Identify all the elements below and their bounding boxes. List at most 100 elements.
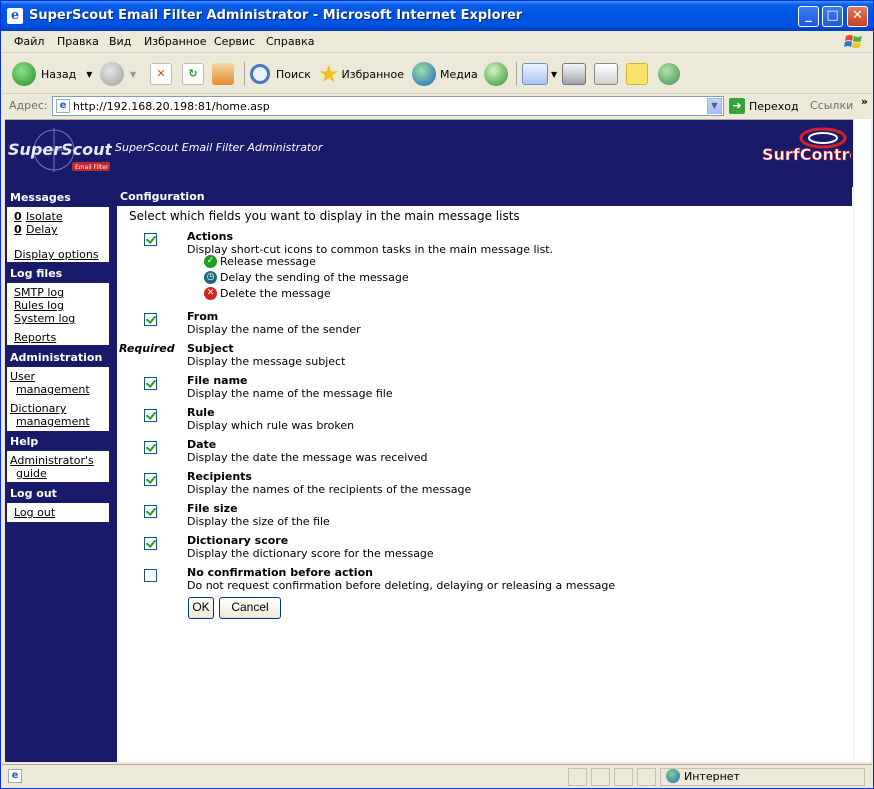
print-button[interactable]	[562, 60, 586, 88]
sidebar-item-rules-log[interactable]: Rules log	[14, 299, 64, 312]
field-desc-no-confirmation: Do not request confirmation before delet…	[187, 579, 616, 592]
mail-button[interactable]: ▼	[522, 60, 557, 88]
checkbox-file-name[interactable]	[144, 377, 157, 390]
checkbox-actions[interactable]	[144, 233, 157, 246]
sidebar-item-user-management[interactable]: User	[10, 370, 35, 383]
star-icon: ★	[318, 60, 340, 88]
checkbox-file-size[interactable]	[144, 505, 157, 518]
field-label-date: Date	[187, 438, 217, 451]
surfcontrol-logo: SurfControl	[762, 127, 851, 164]
field-label-file-name: File name	[187, 374, 248, 387]
sidebar: Messages 0 Isolate 0 Delay Display optio…	[5, 187, 117, 762]
checkbox-rule[interactable]	[144, 409, 157, 422]
sidebar-item-smtp-log[interactable]: SMTP log	[14, 286, 64, 299]
address-dropdown-icon[interactable]: ▼	[707, 98, 722, 114]
home-icon	[212, 63, 234, 85]
status-cell	[637, 768, 656, 786]
mail-dropdown-icon[interactable]: ▼	[551, 70, 557, 79]
back-dropdown-icon[interactable]: ▼	[86, 70, 92, 79]
status-cell	[568, 768, 587, 786]
field-desc-date: Display the date the message was receive…	[187, 451, 428, 464]
menu-favorites[interactable]: Избранное	[144, 35, 206, 48]
ok-button[interactable]: OK	[188, 597, 214, 619]
sidebar-item-admin-guide-2[interactable]: guide	[16, 467, 47, 480]
forward-button[interactable]: ▼	[100, 60, 136, 88]
checkbox-date[interactable]	[144, 441, 157, 454]
media-button[interactable]: Медиа	[412, 60, 478, 88]
address-bar: Адрес: e http://192.168.20.198:81/home.a…	[2, 95, 872, 117]
sidebar-item-logout[interactable]: Log out	[14, 506, 55, 519]
menu-view[interactable]: Вид	[109, 35, 131, 48]
checkbox-dictionary-score[interactable]	[144, 537, 157, 550]
delay-count[interactable]: 0	[14, 223, 22, 236]
sidebar-item-user-management-2[interactable]: management	[16, 383, 90, 396]
sidebar-section-logout: Log out	[7, 503, 109, 522]
status-bar: e Интернет	[2, 764, 872, 788]
status-zone: Интернет	[684, 770, 740, 783]
history-button[interactable]	[484, 60, 508, 88]
sidebar-item-dictionary-management[interactable]: Dictionary	[10, 402, 66, 415]
sidebar-item-system-log[interactable]: System log	[14, 312, 75, 325]
sidebar-section-messages: 0 Isolate 0 Delay Display options	[7, 207, 109, 262]
windows-logo-icon	[844, 35, 862, 48]
search-button[interactable]: Поиск	[250, 60, 311, 88]
svg-text:Email Filter: Email Filter	[75, 164, 109, 171]
page-title: Configuration	[120, 190, 205, 203]
intro-text: Select which fields you want to display …	[129, 209, 520, 223]
vertical-scrollbar[interactable]	[853, 119, 871, 762]
sidebar-item-display-options[interactable]: Display options	[14, 248, 99, 261]
close-button[interactable]: ✕	[847, 6, 868, 27]
isolate-count[interactable]: 0	[14, 210, 22, 223]
address-input[interactable]: e http://192.168.20.198:81/home.asp ▼	[52, 96, 724, 116]
home-button[interactable]	[212, 60, 234, 88]
page-viewport: SuperScout Email Filter SuperScout Email…	[5, 119, 853, 762]
note-icon	[626, 63, 648, 85]
field-desc-subject: Display the message subject	[187, 355, 346, 368]
checkbox-from[interactable]	[144, 313, 157, 326]
action-delete: ✕ Delete the message	[204, 287, 331, 300]
sidebar-item-dictionary-management-2[interactable]: management	[16, 415, 90, 428]
delete-x-icon: ✕	[204, 287, 217, 300]
stop-button[interactable]: ✕	[150, 60, 172, 88]
chevron-right-icon[interactable]: »	[861, 95, 868, 108]
messenger-button[interactable]	[658, 60, 680, 88]
sidebar-item-isolate[interactable]: Isolate	[26, 210, 63, 223]
back-arrow-icon	[12, 62, 36, 86]
field-desc-from: Display the name of the sender	[187, 323, 361, 336]
field-label-dictionary-score: Dictionary score	[187, 534, 289, 547]
favorites-button[interactable]: ★ Избранное	[318, 60, 404, 88]
sidebar-section-administration: User management Dictionary management	[7, 367, 109, 431]
page-icon: e	[56, 99, 70, 113]
messenger-icon	[658, 63, 680, 85]
minimize-button[interactable]: _	[798, 6, 819, 27]
menu-help[interactable]: Справка	[266, 35, 314, 48]
action-release: ✓ Release message	[204, 255, 316, 268]
menu-tools[interactable]: Сервис	[214, 35, 255, 48]
sidebar-item-admin-guide[interactable]: Administrator's	[10, 454, 94, 467]
checkbox-no-confirmation[interactable]	[144, 569, 157, 582]
links-label[interactable]: Ссылки	[810, 99, 853, 112]
field-label-subject: Subject	[187, 342, 234, 355]
status-cell	[614, 768, 633, 786]
go-label: Переход	[749, 99, 799, 113]
title-bar[interactable]: e SuperScout Email Filter Administrator …	[1, 1, 873, 31]
media-icon	[412, 62, 436, 86]
menu-edit[interactable]: Правка	[57, 35, 99, 48]
checkbox-recipients[interactable]	[144, 473, 157, 486]
go-button[interactable]: ➜ Переход	[729, 97, 799, 115]
field-label-recipients: Recipients	[187, 470, 252, 483]
maximize-button[interactable]: □	[822, 6, 843, 27]
sidebar-item-delay[interactable]: Delay	[26, 223, 58, 236]
sidebar-heading-administration: Administration	[10, 351, 103, 364]
field-label-from: From	[187, 310, 219, 323]
check-circle-icon: ✓	[204, 255, 217, 268]
cancel-button[interactable]: Cancel	[219, 597, 281, 619]
refresh-icon: ↻	[182, 63, 204, 85]
sidebar-item-reports[interactable]: Reports	[14, 331, 56, 344]
back-button[interactable]: Назад ▼	[12, 60, 92, 88]
refresh-button[interactable]: ↻	[182, 60, 204, 88]
edit-button[interactable]	[594, 60, 618, 88]
field-label-file-size: File size	[187, 502, 238, 515]
menu-file[interactable]: Файл	[14, 35, 44, 48]
discuss-button[interactable]	[626, 60, 648, 88]
